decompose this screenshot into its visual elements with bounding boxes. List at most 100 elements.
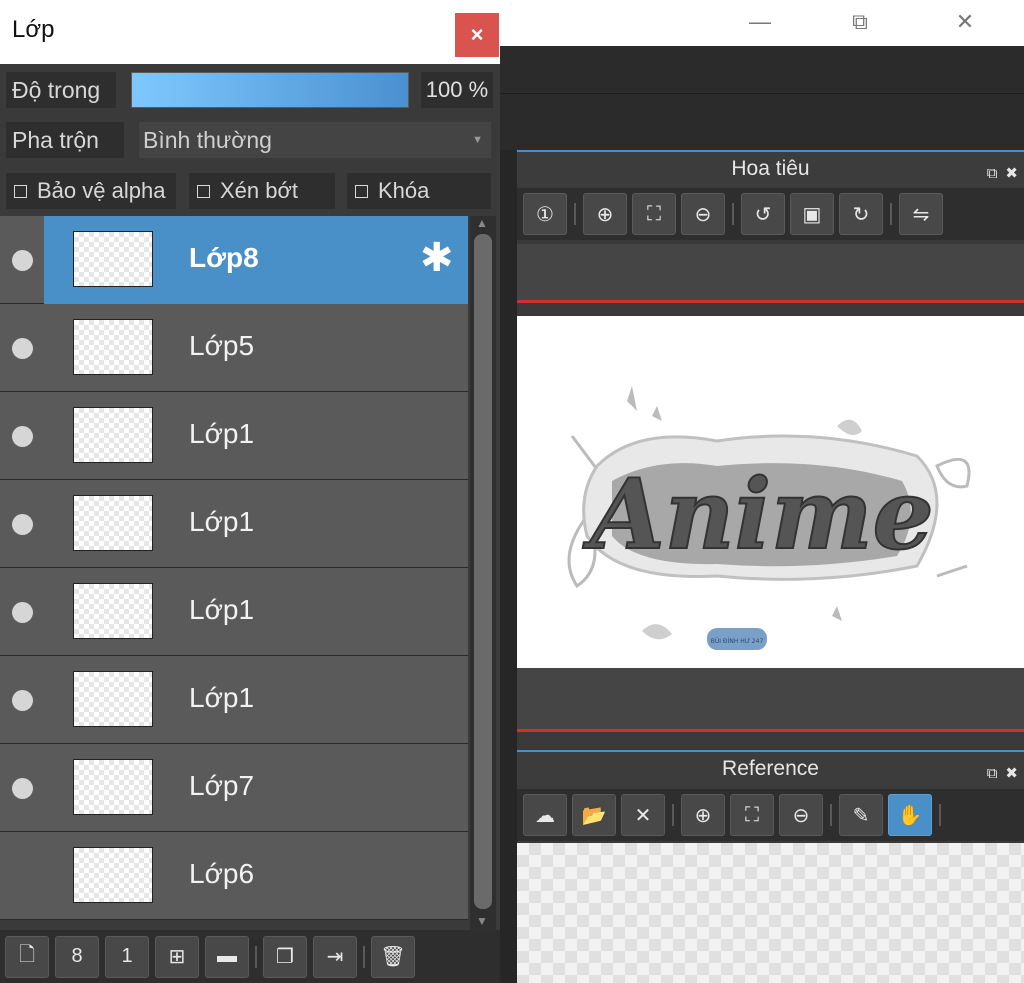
scroll-thumb[interactable]: [474, 234, 492, 909]
layer-name: Lớp1: [189, 682, 255, 713]
popout-icon[interactable]: ⧉: [987, 157, 998, 191]
new-1bit-layer-button[interactable]: 1: [105, 935, 149, 978]
layer-panel-titlebar[interactable]: Lớp ×: [0, 0, 500, 64]
new-folder-icon: ▬: [217, 945, 237, 967]
toolbar-separator: [363, 945, 365, 968]
fit-canvas-button[interactable]: ▣: [790, 193, 834, 235]
delete-layer-button[interactable]: 🗑: [371, 935, 415, 978]
popout-icon[interactable]: ⧉: [987, 757, 998, 791]
menu-bar: [500, 46, 1024, 94]
visibility-icon[interactable]: [12, 338, 33, 359]
close-button[interactable]: ✕: [621, 794, 665, 836]
reference-canvas[interactable]: [517, 843, 1024, 983]
fit-screen-icon: ⛶: [745, 803, 759, 826]
visibility-icon[interactable]: [12, 426, 33, 447]
protect-alpha-checkbox[interactable]: Bảo vệ alpha: [6, 173, 176, 209]
layer-thumbnail: [73, 495, 153, 551]
layer-row[interactable]: Lớp1: [0, 480, 468, 568]
open-folder-button[interactable]: 📂: [572, 794, 616, 836]
flip-horizontal-button[interactable]: ⇋: [899, 193, 943, 235]
close-icon[interactable]: ✖: [1005, 757, 1018, 791]
fit-screen-button[interactable]: ⛶: [632, 193, 676, 235]
open-folder-icon: 📂: [581, 804, 607, 827]
visibility-icon[interactable]: [12, 690, 33, 711]
navigator-preview[interactable]: Anime BÙI ĐÌNH HƯ 247: [517, 316, 1024, 668]
layer-name: Lớp7: [189, 770, 255, 801]
visibility-icon[interactable]: [12, 250, 33, 271]
layer-thumbnail: [73, 583, 153, 639]
reference-title-text: Reference: [722, 757, 819, 780]
scroll-down-icon[interactable]: ▼: [476, 914, 488, 928]
checkbox-icon: [14, 184, 27, 198]
layer-row[interactable]: Lớp1: [0, 568, 468, 656]
navigator-view-edge: [517, 300, 1024, 316]
toolbar-separator: [890, 203, 892, 225]
navigator-bg-bottom: [517, 668, 1024, 732]
lock-label: Khóa: [378, 178, 430, 203]
zoom-actual-icon: ①: [536, 203, 554, 226]
visibility-icon[interactable]: [12, 602, 33, 623]
clipping-checkbox[interactable]: Xén bớt: [189, 173, 335, 209]
toolbar-separator: [574, 203, 576, 225]
toolbar-separator: [672, 804, 674, 826]
canvas-edge: [500, 150, 517, 983]
layer-row[interactable]: Lớp7: [0, 744, 468, 832]
duplicate-layer-button[interactable]: ❐: [263, 935, 307, 978]
eyedropper-button[interactable]: ✎: [839, 794, 883, 836]
navigator-title-text: Hoa tiêu: [731, 157, 810, 180]
cloud-download-icon: ☁: [535, 804, 555, 827]
opacity-value[interactable]: 100 %: [421, 72, 493, 108]
cloud-download-button[interactable]: ☁: [523, 794, 567, 836]
opacity-slider[interactable]: [131, 72, 409, 108]
close-icon: ✕: [634, 804, 652, 827]
add-layer-menu-icon: ⊞: [168, 946, 186, 968]
zoom-out-button[interactable]: ⊖: [681, 193, 725, 235]
layer-row[interactable]: Lớp6: [0, 832, 468, 920]
artwork-title: Anime: [582, 458, 933, 571]
zoom-in-button[interactable]: ⊕: [583, 193, 627, 235]
new-folder-button[interactable]: ▬: [205, 935, 249, 978]
layer-panel-bottom-toolbar: 🗋 8 1 ⊞ ▬ ❐ ⇥ 🗑: [0, 930, 500, 983]
maximize-button[interactable]: ⧉: [840, 6, 880, 38]
layer-row[interactable]: Lớp8 ✱: [0, 216, 468, 304]
close-window-button[interactable]: ✕: [945, 6, 985, 38]
rotate-right-button[interactable]: ↻: [839, 193, 883, 235]
layer-row[interactable]: Lớp1: [0, 656, 468, 744]
checkbox-icon: [355, 184, 368, 198]
delete-layer-icon: 🗑: [380, 946, 406, 968]
close-icon[interactable]: ✖: [1005, 157, 1018, 191]
layer-list-scrollbar[interactable]: ▲ ▼: [470, 216, 496, 930]
layer-settings-gear-icon[interactable]: ✱: [420, 236, 454, 280]
fit-screen-button[interactable]: ⛶: [730, 794, 774, 836]
new-8bit-layer-button[interactable]: 8: [55, 935, 99, 978]
layer-name: Lớp6: [189, 858, 255, 889]
layer-name: Lớp1: [189, 506, 255, 537]
scroll-up-icon[interactable]: ▲: [476, 216, 488, 230]
close-panel-button[interactable]: ×: [455, 13, 499, 57]
app-titlebar: — ⧉ ✕: [500, 0, 1024, 46]
zoom-actual-button[interactable]: ①: [523, 193, 567, 235]
hand-tool-button[interactable]: ✋: [888, 794, 932, 836]
zoom-out-button[interactable]: ⊖: [779, 794, 823, 836]
visibility-icon[interactable]: [12, 778, 33, 799]
artwork-badge: BÙI ĐÌNH HƯ 247: [711, 638, 764, 645]
merge-down-button[interactable]: ⇥: [313, 935, 357, 978]
zoom-in-button[interactable]: ⊕: [681, 794, 725, 836]
navigator-panel-title: Hoa tiêu ⧉ ✖: [517, 150, 1024, 186]
lock-checkbox[interactable]: Khóa: [347, 173, 491, 209]
visibility-icon[interactable]: [12, 514, 33, 535]
blend-mode-select[interactable]: Bình thường ▼: [139, 122, 491, 158]
opacity-label: Độ trong: [6, 72, 116, 108]
minimize-button[interactable]: —: [740, 6, 780, 38]
merge-down-icon: ⇥: [326, 946, 344, 968]
protect-alpha-label: Bảo vệ alpha: [37, 178, 166, 203]
zoom-in-icon: ⊕: [596, 203, 614, 226]
layer-row[interactable]: Lớp1: [0, 392, 468, 480]
zoom-out-icon: ⊖: [792, 804, 810, 827]
duplicate-layer-icon: ❐: [276, 946, 294, 968]
rotate-left-button[interactable]: ↺: [741, 193, 785, 235]
new-layer-button[interactable]: 🗋: [5, 935, 49, 978]
add-layer-menu-button[interactable]: ⊞: [155, 935, 199, 978]
layer-thumbnail: [73, 407, 153, 463]
layer-row[interactable]: Lớp5: [0, 304, 468, 392]
